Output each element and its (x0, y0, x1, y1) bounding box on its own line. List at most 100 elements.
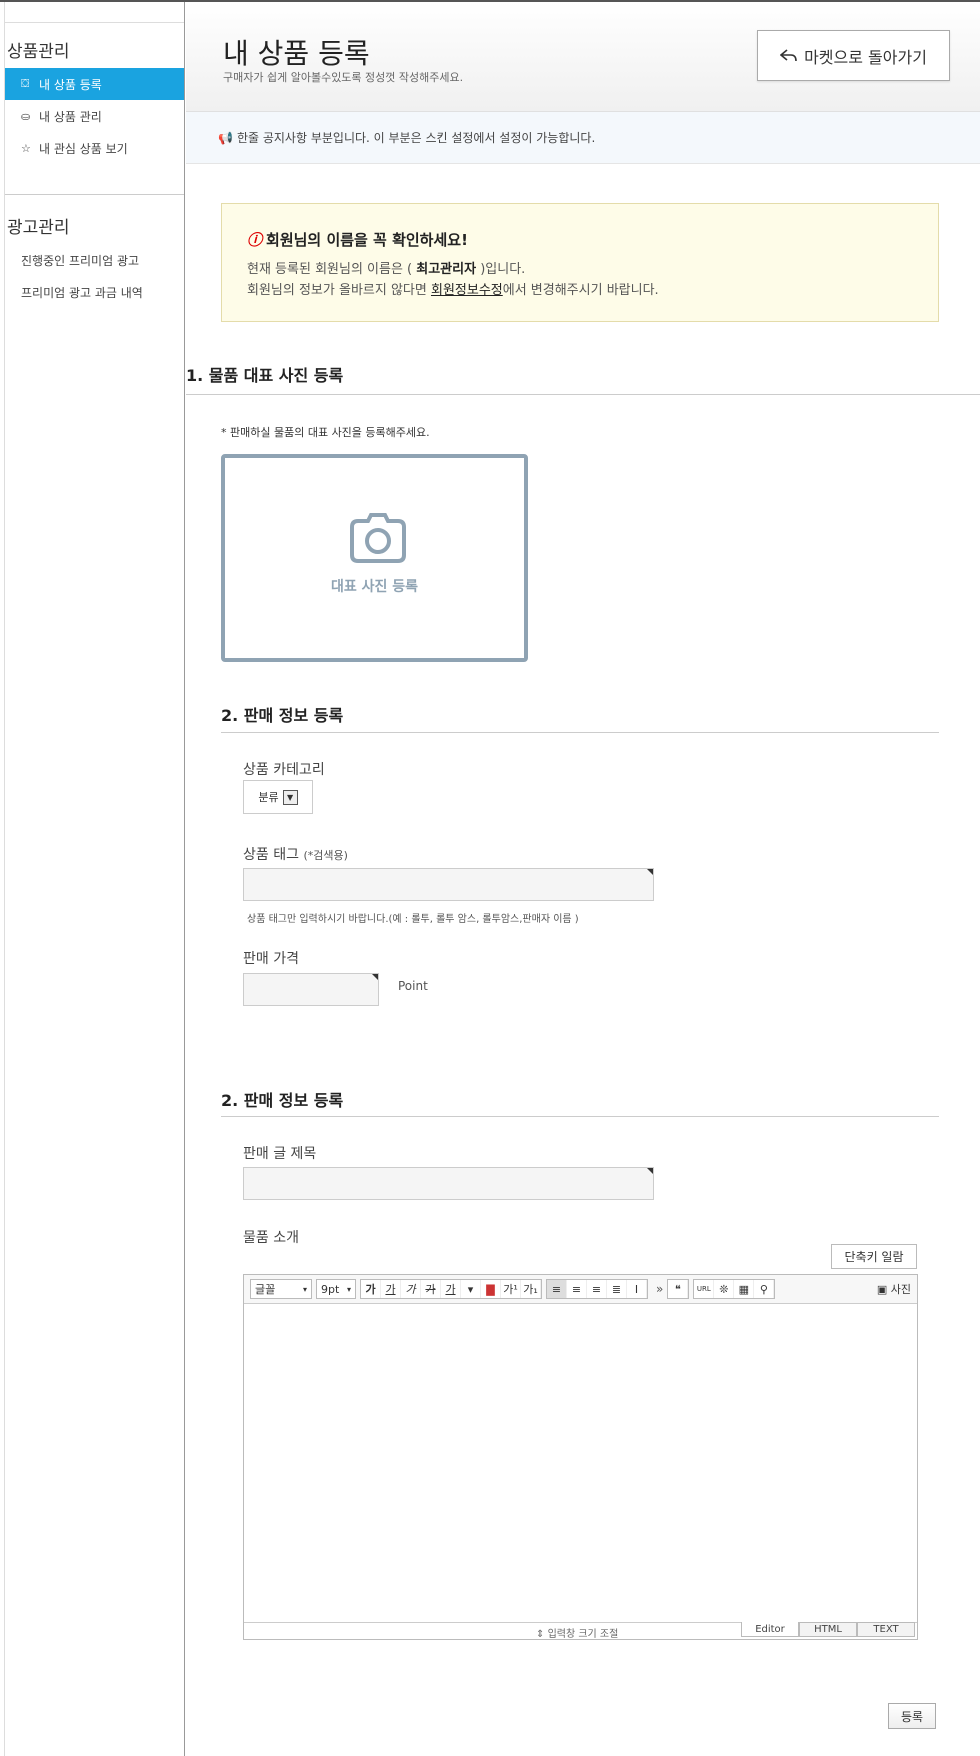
star-icon: ☆ (21, 141, 31, 155)
quote-group: ❝ (667, 1279, 690, 1299)
sidebar-item-manage-products[interactable]: ⛀ 내 상품 관리 (5, 100, 184, 132)
description-label: 물품 소개 (243, 1230, 299, 1246)
back-to-market-button[interactable]: 마켓으로 돌아가기 (757, 30, 950, 81)
warning-box: ⓘ 회원님의 이름을 꼭 확인하세요! 현재 등록된 회원님의 이름은 ( 최고관… (221, 203, 939, 322)
underline-icon[interactable]: 가 (381, 1280, 401, 1298)
sidebar-item-active-ads[interactable]: 진행중인 프리미엄 광고 (5, 244, 184, 276)
price-label: 판매 가격 (243, 951, 299, 967)
size-select[interactable]: 9pt ▾ (316, 1279, 356, 1299)
megaphone-icon: 📢 (218, 130, 233, 145)
image-icon: ▣ (876, 1283, 888, 1296)
shortcut-list-button[interactable]: 단축키 일람 (831, 1244, 917, 1269)
warning-title: ⓘ 회원님의 이름을 꼭 확인하세요! (247, 229, 468, 250)
tag-icon: ⛋ (21, 77, 30, 90)
editor-footer: ⇕ 입력창 크기 조절 Editor HTML TEXT (244, 1622, 917, 1640)
font-color-icon[interactable]: 가 (441, 1280, 461, 1298)
page-subtitle: 구매자가 쉽게 알아볼수있도록 정성껏 작성해주세요. (223, 71, 464, 84)
editor-content-area[interactable] (244, 1304, 917, 1622)
category-select[interactable]: 분류 ▼ (243, 780, 313, 814)
back-button-label: 마켓으로 돌아가기 (804, 47, 927, 67)
tag-input[interactable] (243, 868, 654, 901)
category-label: 상품 카테고리 (243, 762, 325, 778)
italic-icon[interactable]: 가 (401, 1280, 421, 1298)
insert-group: URL ❊ ▦ ⚲ (693, 1279, 776, 1299)
superscript-icon[interactable]: 가¹ (501, 1280, 521, 1298)
align-right-icon[interactable]: ≡ (587, 1280, 607, 1298)
align-group: ≡ ≡ ≡ ≣ Ι (546, 1279, 648, 1299)
subscript-icon[interactable]: 가₁ (521, 1280, 541, 1298)
price-unit: Point (398, 979, 428, 993)
warning-text: 회원님의 정보가 올바르지 않다면 (247, 283, 431, 298)
info-icon: ⓘ (247, 231, 263, 249)
resize-label: 입력창 크기 조절 (547, 1629, 619, 1640)
reply-arrow-icon (780, 48, 797, 61)
price-input[interactable] (243, 973, 379, 1006)
sidebar-item-register-product[interactable]: ⛋ 내 상품 등록 (5, 68, 184, 100)
sidebar-item-label: 내 상품 관리 (39, 109, 102, 124)
quote-icon[interactable]: ❝ (668, 1280, 689, 1298)
main-content: 내 상품 등록 구매자가 쉽게 알아볼수있도록 정성껏 작성해주세요. 마켓으로… (186, 2, 980, 1756)
warning-text: )입니다. (476, 262, 526, 277)
rich-text-editor: 글꼴 ▾ 9pt ▾ 가 가 가 가 가 ▾ ▇ 가¹ 가₁ ≡ ≡ ≡ ≣ Ι » (243, 1274, 918, 1640)
strikethrough-icon[interactable]: 가 (421, 1280, 441, 1298)
subject-input[interactable] (243, 1167, 654, 1200)
align-justify-icon[interactable]: ≣ (607, 1280, 627, 1298)
edit-member-info-link[interactable]: 회원정보수정 (431, 283, 503, 298)
font-select[interactable]: 글꼴 ▾ (250, 1279, 312, 1299)
chevron-down-icon: ▼ (282, 789, 298, 805)
sidebar-item-watchlist[interactable]: ☆ 내 관심 상품 보기 (5, 132, 184, 164)
page-header: 내 상품 등록 구매자가 쉽게 알아볼수있도록 정성껏 작성해주세요. 마켓으로… (186, 2, 980, 112)
align-center-icon[interactable]: ≡ (567, 1280, 587, 1298)
section-title: 2. 판매 정보 등록 (221, 706, 344, 725)
tab-editor[interactable]: Editor (741, 1622, 799, 1637)
sidebar-divider (5, 194, 184, 195)
line-height-icon[interactable]: Ι (627, 1280, 647, 1298)
highlight-icon[interactable]: ▾ (461, 1280, 481, 1298)
box-icon: ⛀ (21, 109, 31, 123)
format-group: 가 가 가 가 가 ▾ ▇ 가¹ 가₁ (360, 1279, 542, 1299)
table-icon[interactable]: ▦ (734, 1280, 755, 1298)
special-char-icon[interactable]: ❊ (714, 1280, 735, 1298)
link-icon[interactable]: URL (694, 1280, 715, 1298)
photo-note: * 판매하실 물품의 대표 사진을 등록해주세요. (221, 426, 430, 439)
notice-text: 한줄 공지사항 부분입니다. 이 부분은 스킨 설정에서 설정이 가능합니다. (236, 131, 596, 145)
tag-hint: 상품 태그만 입력하시기 바랍니다.(예 : 롤투, 롤투 암스, 롤투암스,판… (247, 914, 579, 925)
section-divider (221, 732, 939, 733)
page-title: 내 상품 등록 (223, 37, 370, 70)
camera-icon (350, 513, 406, 563)
warning-line-2: 회원님의 정보가 올바르지 않다면 회원정보수정에서 변경해주시기 바랍니다. (247, 279, 659, 298)
align-left-icon[interactable]: ≡ (547, 1280, 567, 1298)
sidebar-item-ad-billing[interactable]: 프리미엄 광고 과금 내역 (5, 276, 184, 308)
warning-title-text: 회원님의 이름을 꼭 확인하세요! (266, 231, 468, 249)
photo-upload-box[interactable]: 대표 사진 등록 (221, 454, 528, 662)
editor-resize-handle[interactable]: ⇕ 입력창 크기 조절 (536, 1625, 618, 1640)
tag-label: 상품 태그 (*검색용) (243, 844, 348, 864)
sidebar-item-label: 내 상품 등록 (39, 77, 102, 92)
photo-upload-label: 대표 사진 등록 (330, 579, 419, 595)
sidebar-item-label: 프리미엄 광고 과금 내역 (21, 285, 143, 300)
insert-photo-button[interactable]: ▣ 사진 (877, 1281, 911, 1297)
chevron-down-icon: ▾ (302, 1284, 307, 1294)
tab-text[interactable]: TEXT (857, 1622, 915, 1637)
editor-mode-tabs: Editor HTML TEXT (741, 1622, 915, 1637)
resize-icon: ⇕ (536, 1629, 545, 1640)
section-divider (221, 1116, 939, 1117)
category-value: 분류 (258, 791, 279, 804)
submit-button[interactable]: 등록 (888, 1703, 936, 1729)
member-name: 최고관리자 (416, 262, 477, 277)
font-value: 글꼴 (255, 1283, 276, 1296)
find-icon[interactable]: ⚲ (754, 1280, 775, 1298)
bold-icon[interactable]: 가 (361, 1280, 381, 1298)
warning-line-1: 현재 등록된 회원님의 이름은 ( 최고관리자 )입니다. (247, 258, 525, 277)
sidebar-group-title: 광고관리 (7, 218, 70, 238)
bg-color-icon[interactable]: ▇ (481, 1280, 501, 1298)
section-title: 1. 물품 대표 사진 등록 (186, 366, 344, 385)
tab-html[interactable]: HTML (799, 1622, 857, 1637)
subject-label: 판매 글 제목 (243, 1146, 317, 1162)
sidebar-group-title: 상품관리 (7, 42, 70, 62)
sidebar-item-label: 내 관심 상품 보기 (39, 141, 128, 156)
more-icon[interactable]: » (656, 1282, 663, 1296)
editor-toolbar: 글꼴 ▾ 9pt ▾ 가 가 가 가 가 ▾ ▇ 가¹ 가₁ ≡ ≡ ≡ ≣ Ι » (244, 1275, 917, 1304)
sidebar: 상품관리 ⛋ 내 상품 등록 ⛀ 내 상품 관리 ☆ 내 관심 상품 보기 광고… (4, 2, 185, 1756)
warning-text: 에서 변경해주시기 바랍니다. (502, 283, 659, 298)
